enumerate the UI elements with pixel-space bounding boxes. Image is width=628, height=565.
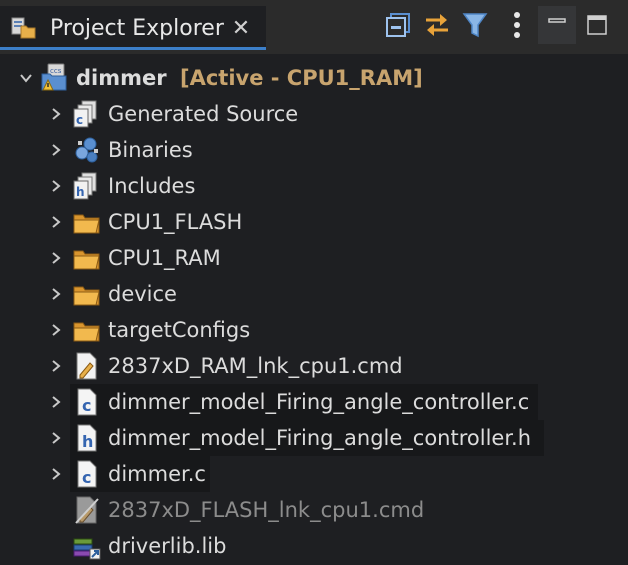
includes-icon: h bbox=[72, 171, 102, 201]
project-name: dimmer bbox=[76, 66, 167, 90]
cmd-file-icon bbox=[72, 351, 102, 381]
chevron-right-icon[interactable] bbox=[48, 214, 64, 230]
h-file-icon: h bbox=[72, 423, 102, 453]
maximize-button[interactable] bbox=[582, 10, 612, 44]
tree-item-label: CPU1_RAM bbox=[108, 246, 221, 270]
library-icon bbox=[72, 531, 102, 561]
link-with-editor-icon bbox=[422, 11, 452, 43]
svg-text:c: c bbox=[82, 396, 91, 415]
chevron-right-icon[interactable] bbox=[48, 430, 64, 446]
binaries-icon bbox=[72, 135, 102, 165]
chevron-right-icon[interactable] bbox=[48, 358, 64, 374]
filter-button[interactable] bbox=[460, 10, 490, 44]
folder-icon bbox=[72, 243, 102, 273]
folder-icon bbox=[72, 315, 102, 345]
project-active-badge: [Active - CPU1_RAM] bbox=[180, 66, 423, 90]
link-with-editor-button[interactable] bbox=[422, 10, 452, 44]
tree-item-dimmer-c[interactable]: c dimmer.c bbox=[0, 456, 628, 492]
tree-item-label: 2837xD_RAM_lnk_cpu1.cmd bbox=[108, 354, 403, 378]
folder-icon bbox=[72, 207, 102, 237]
tree-item-label: 2837xD_FLASH_lnk_cpu1.cmd bbox=[108, 498, 425, 522]
tree-item-binaries[interactable]: Binaries bbox=[0, 132, 628, 168]
tree-item-label: Includes bbox=[108, 174, 196, 198]
chevron-right-icon[interactable] bbox=[48, 106, 64, 122]
tree-item-device[interactable]: device bbox=[0, 276, 628, 312]
minimize-icon bbox=[547, 13, 567, 37]
tree-item-includes[interactable]: h Includes bbox=[0, 168, 628, 204]
tree-item-label: targetConfigs bbox=[108, 318, 251, 342]
cmd-file-excluded-icon bbox=[72, 495, 102, 525]
tree-item-2837xd-ram-lnk-cpu1-cmd[interactable]: 2837xD_RAM_lnk_cpu1.cmd bbox=[0, 348, 628, 384]
filter-icon bbox=[461, 10, 489, 44]
chevron-down-icon[interactable] bbox=[18, 70, 34, 86]
tree-item-label: Binaries bbox=[108, 138, 193, 162]
c-file-icon: c bbox=[72, 387, 102, 417]
tree-item-cpu1-flash[interactable]: CPU1_FLASH bbox=[0, 204, 628, 240]
tree-item-targetconfigs[interactable]: targetConfigs bbox=[0, 312, 628, 348]
tree-item-project-dimmer[interactable]: ccs dimmer [Active - CPU1_RAM] bbox=[0, 60, 628, 96]
project-tree: ccs dimmer [Active - CPU1_RAM] c Generate… bbox=[0, 58, 628, 560]
tree-item-dimmer-model-firing-angle-controller-h[interactable]: h dimmer_model_Firing_angle_controller.h bbox=[0, 420, 628, 456]
chevron-right-icon[interactable] bbox=[48, 322, 64, 338]
chevron-right-icon[interactable] bbox=[48, 250, 64, 266]
chevron-right-icon[interactable] bbox=[48, 178, 64, 194]
svg-text:ccs: ccs bbox=[50, 67, 62, 75]
view-menu-button[interactable] bbox=[502, 10, 532, 44]
chevron-right-icon[interactable] bbox=[48, 394, 64, 410]
tree-item-label: Generated Source bbox=[108, 102, 299, 126]
tree-item-label: CPU1_FLASH bbox=[108, 210, 243, 234]
c-file-icon: c bbox=[72, 459, 102, 489]
folder-icon bbox=[72, 279, 102, 309]
view-tab-bar: Project Explorer ✕ bbox=[0, 0, 628, 54]
generated-source-icon: c bbox=[72, 99, 102, 129]
collapse-all-icon bbox=[385, 11, 413, 43]
tree-item-cpu1-ram[interactable]: CPU1_RAM bbox=[0, 240, 628, 276]
tree-item-dimmer-model-firing-angle-controller-c[interactable]: c dimmer_model_Firing_angle_controller.c bbox=[0, 384, 628, 420]
svg-text:h: h bbox=[76, 185, 85, 199]
chevron-right-icon[interactable] bbox=[48, 466, 64, 482]
tree-item-driverlib-lib[interactable]: driverlib.lib bbox=[0, 528, 628, 564]
svg-text:h: h bbox=[82, 432, 93, 451]
svg-text:c: c bbox=[82, 468, 91, 487]
collapse-all-button[interactable] bbox=[384, 10, 414, 44]
tab-project-explorer[interactable]: Project Explorer ✕ bbox=[0, 6, 266, 50]
tree-item-label: dimmer_model_Firing_angle_controller.h bbox=[108, 426, 532, 450]
view-menu-icon bbox=[512, 10, 522, 44]
maximize-icon bbox=[586, 14, 608, 40]
tree-item-label: dimmer.c bbox=[108, 462, 206, 486]
tree-item-label: driverlib.lib bbox=[108, 534, 227, 558]
chevron-right-icon[interactable] bbox=[48, 286, 64, 302]
chevron-right-icon[interactable] bbox=[48, 142, 64, 158]
tab-title: Project Explorer bbox=[50, 16, 224, 41]
svg-text:c: c bbox=[76, 113, 83, 127]
tree-item-2837xd-flash-lnk-cpu1-cmd[interactable]: 2837xD_FLASH_lnk_cpu1.cmd bbox=[0, 492, 628, 528]
minimize-button[interactable] bbox=[538, 6, 576, 44]
tree-item-generated-source[interactable]: c Generated Source bbox=[0, 96, 628, 132]
tree-item-label: dimmer_model_Firing_angle_controller.c bbox=[108, 390, 530, 414]
ccs-project-icon: ccs bbox=[38, 62, 68, 92]
tree-item-label: device bbox=[108, 282, 177, 306]
project-explorer-icon bbox=[10, 16, 36, 40]
close-icon[interactable]: ✕ bbox=[230, 18, 252, 40]
